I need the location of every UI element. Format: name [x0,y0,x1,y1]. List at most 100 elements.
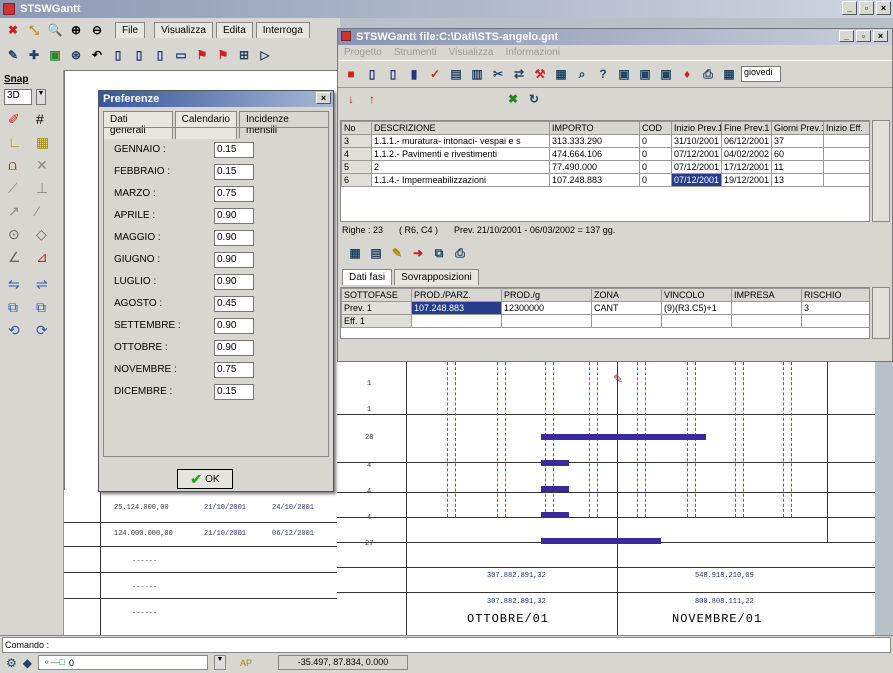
table-row[interactable]: 5 2 77.490.000 0 07/12/2001 17/12/2001 11 [341,160,869,174]
table-cell[interactable]: 0 [639,134,672,148]
tab-sovrapposizioni[interactable]: Sovrapposizioni [394,269,479,285]
table-cell[interactable]: 04/02/2002 [721,147,772,161]
snap-near-icon[interactable]: ⊿ [36,249,58,266]
columns-icon[interactable]: ▥ [468,65,486,83]
inner-close-button[interactable]: × [873,30,888,42]
check-icon[interactable]: ✓ [426,65,444,83]
month-value-field[interactable]: 0.90 [214,252,254,268]
pen-icon[interactable]: ✎ [4,46,22,64]
phase-cell[interactable]: 107.248.883 [411,301,502,315]
edit-icon[interactable]: ✎ [388,244,406,262]
snap-end-icon[interactable]: ⩍ [8,157,30,174]
arrow-down-icon[interactable]: ↓ [342,90,360,108]
menu-informazioni[interactable]: Informazioni [505,47,559,58]
menu-visualizza[interactable]: Visualizza [154,22,213,38]
table-row[interactable]: 3 1.1.1.- muratura- intonaci- vespai e s3… [341,134,869,148]
save-doc-icon[interactable]: ▮ [405,65,423,83]
month-value-field[interactable]: 0.90 [214,318,254,334]
layer-select[interactable]: ⚬—□ 0 [38,655,208,670]
table-cell[interactable]: 0 [639,160,672,174]
maximize-button[interactable]: ▫ [859,1,874,15]
mirror2-icon[interactable]: ⇌ [36,276,58,293]
menu-progetto[interactable]: Progetto [344,47,382,58]
phase-cell[interactable]: Prev. 1 [341,301,412,315]
phase-column-header[interactable]: IMPRESA [731,288,802,302]
view3-icon[interactable]: ▣ [657,65,675,83]
new-icon[interactable]: ▯ [109,46,127,64]
zoom-in-icon[interactable]: ⊕ [67,21,85,39]
column-header[interactable]: No [341,121,372,135]
phase-cell[interactable] [661,314,732,328]
column-header[interactable]: Giorni Prev.1 [771,121,824,135]
view1-icon[interactable]: ▣ [615,65,633,83]
tab-dati-fasi[interactable]: Dati fasi [342,269,393,285]
gantt-bar[interactable] [541,486,569,492]
table-row[interactable]: 4 1.1.2.- Pavimenti e rivestimenti 474.664… [341,147,869,161]
phase-cell[interactable]: Eff. 1 [341,314,412,328]
undo-icon[interactable]: ↶ [88,46,106,64]
move-icon[interactable]: ✚ [25,46,43,64]
table-cell[interactable]: 31/10/2001 [671,134,722,148]
phase-row[interactable]: Prev. 1 107.248.883 12300000 CANT (9)(R3.C5)… [341,301,869,315]
phase-column-header[interactable]: SOTTOFASE [341,288,412,302]
grid-snap-icon[interactable]: ▦ [36,134,58,151]
inner-maximize-button[interactable]: ▫ [856,30,871,42]
table-cell[interactable]: 07/12/2001 [671,147,722,161]
table-cell[interactable]: 474.664.106 [549,147,640,161]
month-value-field[interactable]: 0.15 [214,142,254,158]
link-icon[interactable]: ⇄ [510,65,528,83]
phase-cell[interactable] [411,314,502,328]
month-value-field[interactable]: 0.15 [214,164,254,180]
phase-column-header[interactable]: PROD./PARZ. [411,288,502,302]
snap-tan-icon[interactable]: ↗ [8,203,30,220]
find-icon[interactable]: ⌕ [573,65,591,83]
view2-icon[interactable]: ▣ [636,65,654,83]
gantt-bar[interactable] [541,538,661,544]
phases-scrollbar[interactable] [872,287,890,339]
rotate-icon[interactable]: ⟲ [8,322,30,339]
open-icon[interactable]: ▯ [130,46,148,64]
open-doc-icon[interactable]: ▯ [384,65,402,83]
rotate2-icon[interactable]: ⟳ [36,322,58,339]
phase-column-header[interactable]: VINCOLO [661,288,732,302]
table-cell[interactable]: 13 [771,173,824,187]
table-cell[interactable]: 11 [771,160,824,174]
table-cell[interactable]: 1.1.4.- Impermeabilizzazioni [371,173,550,187]
chevron-down-icon[interactable]: ▼ [214,655,226,670]
print-icon[interactable]: ⎙ [699,65,717,83]
new-doc-icon[interactable]: ▯ [363,65,381,83]
gantt-bar[interactable] [541,434,706,440]
table-cell[interactable]: 07/12/2001 [671,173,722,187]
phase-column-header[interactable]: RISCHIO [801,288,869,302]
table-cell[interactable] [823,173,869,187]
snap-angle-icon[interactable]: ∠ [8,249,30,266]
menu-file[interactable]: File [115,22,146,38]
scale-tool-icon[interactable]: ⤡ [25,21,43,39]
table-cell[interactable]: 60 [771,147,824,161]
arrow-icon[interactable]: ▷ [256,46,274,64]
table-row[interactable]: 6 1.1.4.- Impermeabilizzazioni 107.248.883… [341,173,869,187]
table-cell[interactable]: 5 [341,160,372,174]
pencil-icon[interactable]: ✐ [8,111,30,128]
table-cell[interactable] [823,160,869,174]
mirror-icon[interactable]: ⇋ [8,276,30,293]
phase-cell[interactable]: (9)(R3.C5)+1 [661,301,732,315]
column-header[interactable]: IMPORTO [549,121,640,135]
red-square-icon[interactable]: ■ [342,65,360,83]
tools-icon[interactable]: ⚒ [531,65,549,83]
hatch-icon[interactable]: # [36,111,58,128]
month-value-field[interactable]: 0.75 [214,362,254,378]
layer-icon[interactable]: ▣ [46,46,64,64]
table-cell[interactable]: 6 [341,173,372,187]
block2-icon[interactable]: ⧉ [36,299,58,316]
excel-icon[interactable]: ✖ [504,90,522,108]
table-cell[interactable]: 1.1.2.- Pavimenti e rivestimenti [371,147,550,161]
close-button[interactable]: × [876,1,891,15]
minimize-button[interactable]: _ [842,1,857,15]
arrow-up-icon[interactable]: ↑ [363,90,381,108]
block-icon[interactable]: ⧉ [8,299,30,316]
grid-icon[interactable]: ⊞ [235,46,253,64]
month-value-field[interactable]: 0.15 [214,384,254,400]
snap-quad-icon[interactable]: ◇ [36,226,58,243]
phase-cell[interactable] [501,314,592,328]
